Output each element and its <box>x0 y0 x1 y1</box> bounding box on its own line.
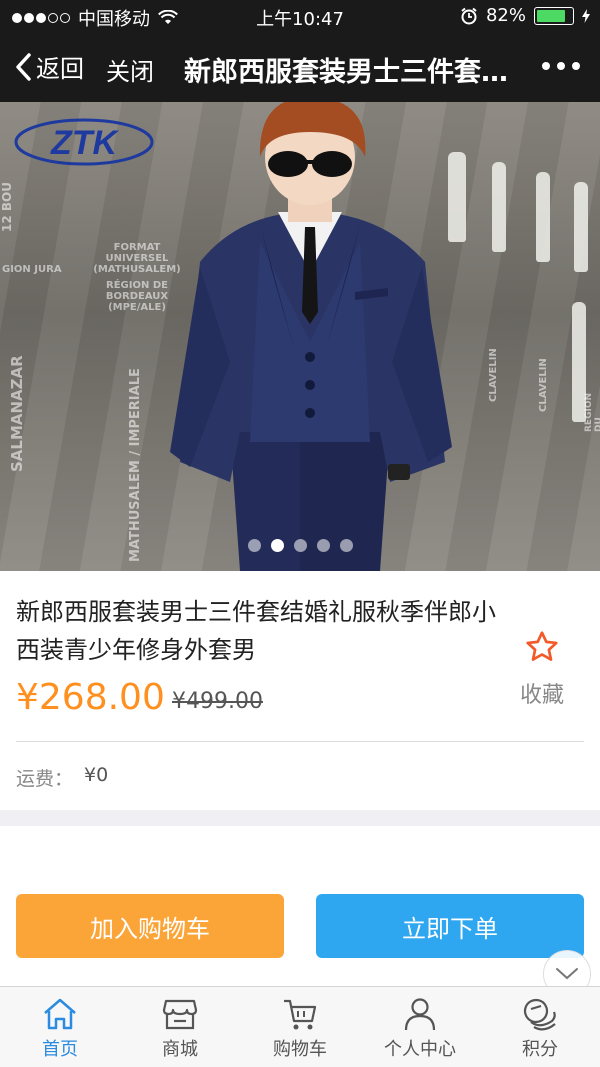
wall-text: 12 BOU <box>0 182 14 232</box>
product-model-image <box>170 102 452 571</box>
wall-text: REGION DU JURA <box>584 393 600 432</box>
carousel-dot[interactable] <box>316 539 330 552</box>
divider <box>16 741 584 742</box>
home-icon <box>44 998 76 1030</box>
wall-text: MATHUSALEM / IMPERIALE <box>128 368 143 562</box>
brand-logo: ZTK <box>14 118 154 166</box>
tab-label: 积分 <box>522 1039 558 1060</box>
tab-label: 购物车 <box>273 1039 327 1060</box>
charging-icon <box>582 8 590 23</box>
coins-icon <box>523 998 556 1031</box>
carousel-indicator <box>0 539 600 552</box>
star-outline-icon <box>526 631 558 661</box>
wall-text: CLAVELIN <box>538 358 549 412</box>
tab-cart[interactable]: 购物车 <box>240 987 360 1067</box>
carousel-dot[interactable] <box>293 539 307 552</box>
battery-percent: 82% <box>485 5 526 26</box>
user-icon <box>404 998 436 1031</box>
carousel-dot[interactable] <box>247 539 261 552</box>
page-title: 新郎西服套装男士三件套结婚礼服秋季伴郎小西装青少年修身外套男 <box>184 57 524 88</box>
tab-points[interactable]: 积分 <box>480 987 600 1067</box>
navigation-bar: 返回 关闭 新郎西服套装男士三件套结婚礼服秋季伴郎小西装青少年修身外套男 <box>0 32 600 102</box>
shipping-value: ¥0 <box>84 764 109 786</box>
chevron-left-icon <box>16 52 31 81</box>
original-price: ¥499.00 <box>172 689 263 714</box>
tab-label: 个人中心 <box>384 1039 456 1060</box>
wall-text: GION JURA <box>2 264 62 275</box>
store-icon <box>162 999 198 1030</box>
carousel-dot[interactable] <box>270 539 284 552</box>
tab-home[interactable]: 首页 <box>0 987 120 1067</box>
tab-label: 商城 <box>162 1039 198 1060</box>
back-button[interactable]: 返回 <box>14 49 84 84</box>
buy-now-button[interactable]: 立即下单 <box>316 894 584 958</box>
alarm-icon <box>461 7 477 24</box>
bottle-shape <box>492 162 506 252</box>
more-options-icon[interactable] <box>542 62 580 70</box>
shipping-label: 运费： <box>16 768 74 790</box>
favorite-button[interactable]: 收藏 <box>510 629 574 709</box>
product-name: 新郎西服套装男士三件套结婚礼服秋季伴郎小西装青少年修身外套男 <box>16 598 496 664</box>
bottle-shape <box>536 172 550 262</box>
battery-icon <box>534 6 574 25</box>
status-bar: 中国移动 上午10:47 82% <box>0 0 600 32</box>
tab-store[interactable]: 商城 <box>120 987 240 1067</box>
status-right: 82% <box>460 5 590 26</box>
chevron-down-icon <box>556 968 578 980</box>
product-info-card: 新郎西服套装男士三件套结婚礼服秋季伴郎小西装青少年修身外套男 ¥268.00 ¥… <box>0 571 600 810</box>
back-label: 返回 <box>36 55 84 83</box>
wall-text: CLAVELIN <box>488 348 499 402</box>
close-button[interactable]: 关闭 <box>106 52 154 87</box>
cart-icon <box>284 999 317 1030</box>
favorite-label: 收藏 <box>519 683 564 708</box>
tab-profile[interactable]: 个人中心 <box>360 987 480 1067</box>
brand-logo-text: ZTK <box>50 124 120 162</box>
tab-label: 首页 <box>42 1039 78 1060</box>
add-to-cart-button[interactable]: 加入购物车 <box>16 894 284 958</box>
wall-text: SALMANAZAR <box>8 355 26 472</box>
product-price: ¥268.00 <box>16 677 165 718</box>
carousel-dot[interactable] <box>339 539 353 552</box>
bottom-tab-bar: 首页 商城 购物车 个人中心 积分 <box>0 986 600 1067</box>
product-image-carousel[interactable]: 12 BOU FORMAT UNIVERSEL (MATHUSALEM) RÉG… <box>0 102 600 571</box>
bottle-shape <box>574 182 588 272</box>
app-root: 中国移动 上午10:47 82% 返回 关闭 新郎西服套装男士三件套结 12 B… <box>0 0 600 1067</box>
